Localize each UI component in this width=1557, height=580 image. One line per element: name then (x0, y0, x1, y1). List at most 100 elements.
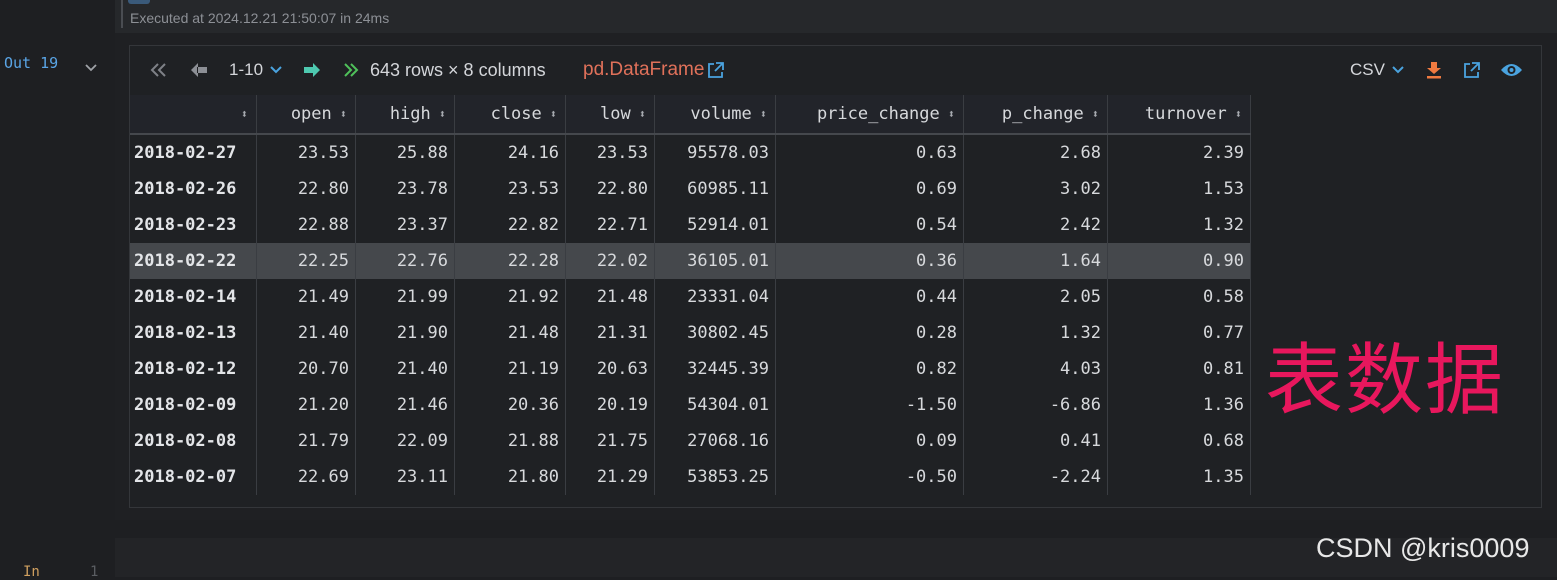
input-line-number: 1 (90, 564, 99, 580)
previous-page-icon[interactable] (190, 48, 208, 92)
table-cell: 53853.25 (654, 459, 776, 495)
table-cell: 20.63 (565, 351, 655, 387)
table-cell: 0.09 (775, 423, 964, 459)
table-cell: 0.58 (1107, 279, 1251, 315)
page-range-dropdown[interactable]: 1-10 (229, 48, 282, 92)
table-cell: 21.29 (565, 459, 655, 495)
index-column-header[interactable]: ⬍ (130, 95, 257, 135)
table-cell: 23.53 (565, 134, 655, 171)
column-header[interactable]: high ⬍ (355, 95, 455, 135)
sort-icon[interactable]: ⬍ (1092, 107, 1099, 121)
column-header[interactable]: p_change ⬍ (963, 95, 1108, 135)
table-cell: 54304.01 (654, 387, 776, 423)
column-header[interactable]: price_change ⬍ (775, 95, 964, 135)
table-cell: -2.24 (963, 459, 1108, 495)
sort-icon[interactable]: ⬍ (550, 107, 557, 121)
row-column-summary: 643 rows × 8 columns (370, 48, 546, 92)
table-cell: 0.28 (775, 315, 964, 351)
sort-icon[interactable]: ⬍ (760, 107, 767, 121)
table-cell: 21.79 (256, 423, 356, 459)
table-cell: 0.77 (1107, 315, 1251, 351)
table-cell: 1.36 (1107, 387, 1251, 423)
type-link-text: pd.DataFrame (583, 59, 705, 80)
sort-icon[interactable]: ⬍ (639, 107, 646, 121)
last-page-icon[interactable] (343, 48, 359, 92)
table-cell: 1.35 (1107, 459, 1251, 495)
row-index-cell: 2018-02-14 (130, 279, 257, 315)
table-row[interactable]: 2018-02-09 21.20 21.46 20.36 20.19 54304.01 -1… (130, 387, 1251, 423)
dataframe-type-link[interactable]: pd.DataFrame (583, 48, 725, 92)
format-label: CSV (1350, 60, 1385, 79)
table-cell: 36105.01 (654, 243, 776, 279)
export-format-dropdown[interactable]: CSV (1350, 48, 1404, 92)
column-header[interactable]: open ⬍ (256, 95, 356, 135)
chevron-down-icon (270, 66, 282, 74)
table-cell: 0.44 (775, 279, 964, 315)
table-row[interactable]: 2018-02-14 21.49 21.99 21.92 21.48 23331.04 0.… (130, 279, 1251, 315)
table-cell: 20.19 (565, 387, 655, 423)
table-row[interactable]: 2018-02-23 22.88 23.37 22.82 22.71 52914.01 0.… (130, 207, 1251, 243)
gutter (0, 0, 115, 577)
table-row[interactable]: 2018-02-07 22.69 23.11 21.80 21.29 53853.25 -0… (130, 459, 1251, 495)
table-cell: 95578.03 (654, 134, 776, 171)
sort-icon[interactable]: ⬍ (241, 107, 248, 121)
download-icon[interactable] (1426, 48, 1442, 92)
table-cell: 2.39 (1107, 134, 1251, 171)
table-cell: 27068.16 (654, 423, 776, 459)
row-index-cell: 2018-02-07 (130, 459, 257, 495)
sort-icon[interactable]: ⬍ (439, 107, 446, 121)
column-header-label: low (600, 104, 631, 124)
table-cell: -0.50 (775, 459, 964, 495)
column-header-label: p_change (1001, 104, 1084, 124)
column-header-label: close (490, 104, 542, 124)
table-cell: 22.28 (454, 243, 566, 279)
row-index-cell: 2018-02-27 (130, 134, 257, 171)
table-row[interactable]: 2018-02-26 22.80 23.78 23.53 22.80 60985.11 0.… (130, 171, 1251, 207)
table-cell: 0.68 (1107, 423, 1251, 459)
table-row[interactable]: 2018-02-13 21.40 21.90 21.48 21.31 30802.45 0.… (130, 315, 1251, 351)
table-cell: 2.05 (963, 279, 1108, 315)
table-row[interactable]: 2018-02-08 21.79 22.09 21.88 21.75 27068.16 0.… (130, 423, 1251, 459)
annotation-text: 表数据 (1265, 336, 1506, 426)
input-label: In (23, 564, 40, 580)
sort-icon[interactable]: ⬍ (1235, 107, 1242, 121)
table-cell: 52914.01 (654, 207, 776, 243)
table-cell: 30802.45 (654, 315, 776, 351)
column-header-label: high (389, 104, 431, 124)
sort-icon[interactable]: ⬍ (948, 107, 955, 121)
table-cell: 3.02 (963, 171, 1108, 207)
column-header[interactable]: close ⬍ (454, 95, 566, 135)
table-cell: 1.53 (1107, 171, 1251, 207)
table-cell: 21.48 (454, 315, 566, 351)
first-page-icon[interactable] (150, 48, 168, 92)
table-cell: 0.36 (775, 243, 964, 279)
table-cell: 0.82 (775, 351, 964, 387)
page-range-label: 1-10 (229, 60, 264, 79)
table-row[interactable]: 2018-02-12 20.70 21.40 21.19 20.63 32445.39 0.… (130, 351, 1251, 387)
open-in-editor-icon[interactable] (1463, 48, 1480, 92)
column-header[interactable]: volume ⬍ (654, 95, 776, 135)
collapse-output-chevron-icon[interactable] (84, 60, 98, 74)
table-row[interactable]: 2018-02-27 23.53 25.88 24.16 23.53 95578.03 0.… (130, 134, 1251, 171)
table-cell: 21.75 (565, 423, 655, 459)
table-cell: 60985.11 (654, 171, 776, 207)
summary-text: 643 rows × 8 columns (370, 59, 546, 80)
eye-icon[interactable] (1500, 48, 1523, 92)
table-cell: 21.46 (355, 387, 455, 423)
table-cell: 21.99 (355, 279, 455, 315)
row-index-cell: 2018-02-26 (130, 171, 257, 207)
column-header[interactable]: turnover ⬍ (1107, 95, 1251, 135)
table-cell: 25.88 (355, 134, 455, 171)
sort-icon[interactable]: ⬍ (340, 107, 347, 121)
column-header-label: turnover (1144, 104, 1227, 124)
next-page-icon[interactable] (303, 48, 321, 92)
table-cell: 22.76 (355, 243, 455, 279)
table-row[interactable]: 2018-02-22 22.25 22.76 22.28 22.02 36105.01 0.… (130, 243, 1251, 279)
table-cell: 21.92 (454, 279, 566, 315)
row-index-cell: 2018-02-09 (130, 387, 257, 423)
table-cell: 22.80 (256, 171, 356, 207)
dataframe-table-container: ⬍ open ⬍ high ⬍ close ⬍ low ⬍ volume ⬍ price_change… (130, 95, 1251, 495)
column-header[interactable]: low ⬍ (565, 95, 655, 135)
row-index-cell: 2018-02-13 (130, 315, 257, 351)
table-cell: 21.31 (565, 315, 655, 351)
